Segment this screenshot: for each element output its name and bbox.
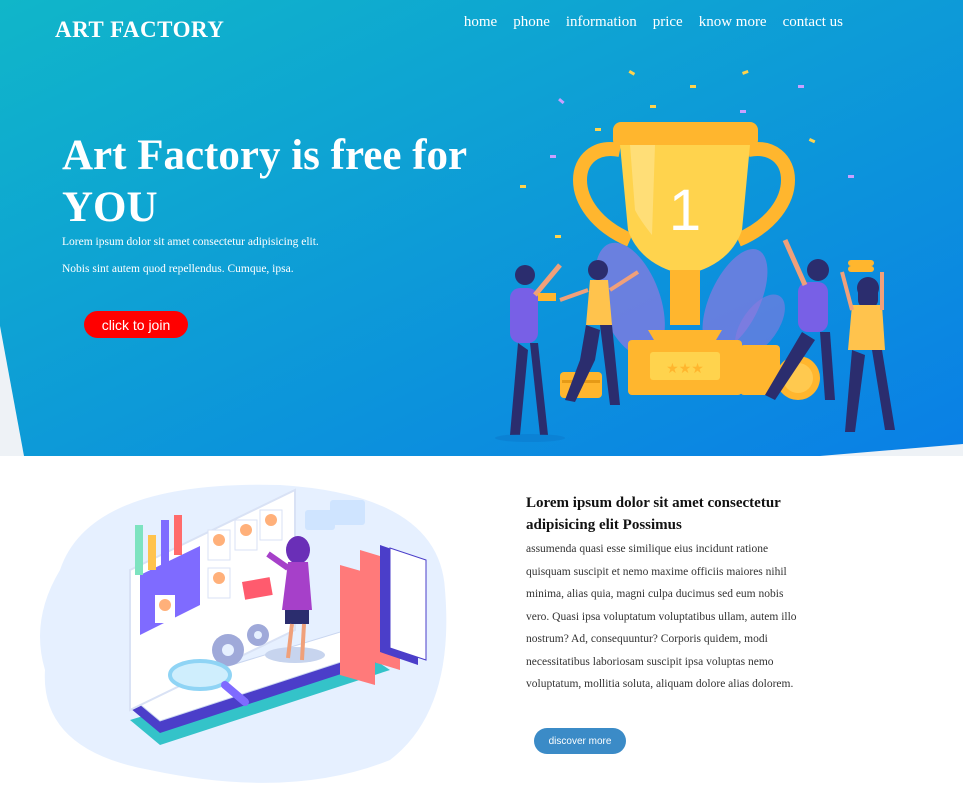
analytics-illustration: [40, 484, 447, 783]
join-button[interactable]: click to join: [84, 311, 188, 338]
trophy-illustration: 1 ★★★: [495, 69, 895, 442]
trophy-number: 1: [669, 178, 701, 243]
hero-headline: Art Factory is free for YOU: [62, 132, 467, 231]
hero-section: ART FACTORY home phone information price…: [0, 0, 963, 456]
about-title: Lorem ipsum dolor sit amet consectetur a…: [526, 495, 781, 533]
person-man-left: [495, 263, 565, 442]
discover-more-button[interactable]: discover more: [534, 728, 626, 754]
hero-subtext-2: Nobis sint autem quod repellendus. Cumqu…: [62, 263, 294, 275]
svg-text:★★★: ★★★: [666, 361, 704, 377]
nav-contact-us[interactable]: contact us: [783, 14, 843, 31]
nav-phone[interactable]: phone: [513, 14, 550, 31]
about-body: assumenda quasi esse similique eius inci…: [526, 543, 797, 690]
main-nav: home phone information price know more c…: [464, 14, 843, 31]
site-logo[interactable]: ART FACTORY: [55, 17, 224, 43]
nav-information[interactable]: information: [566, 14, 637, 31]
person-woman-right: [840, 260, 895, 432]
nav-home[interactable]: home: [464, 14, 497, 31]
hero-subtext-1: Lorem ipsum dolor sit amet consectetur a…: [62, 236, 319, 248]
nav-know-more[interactable]: know more: [699, 14, 767, 31]
nav-price[interactable]: price: [653, 14, 683, 31]
